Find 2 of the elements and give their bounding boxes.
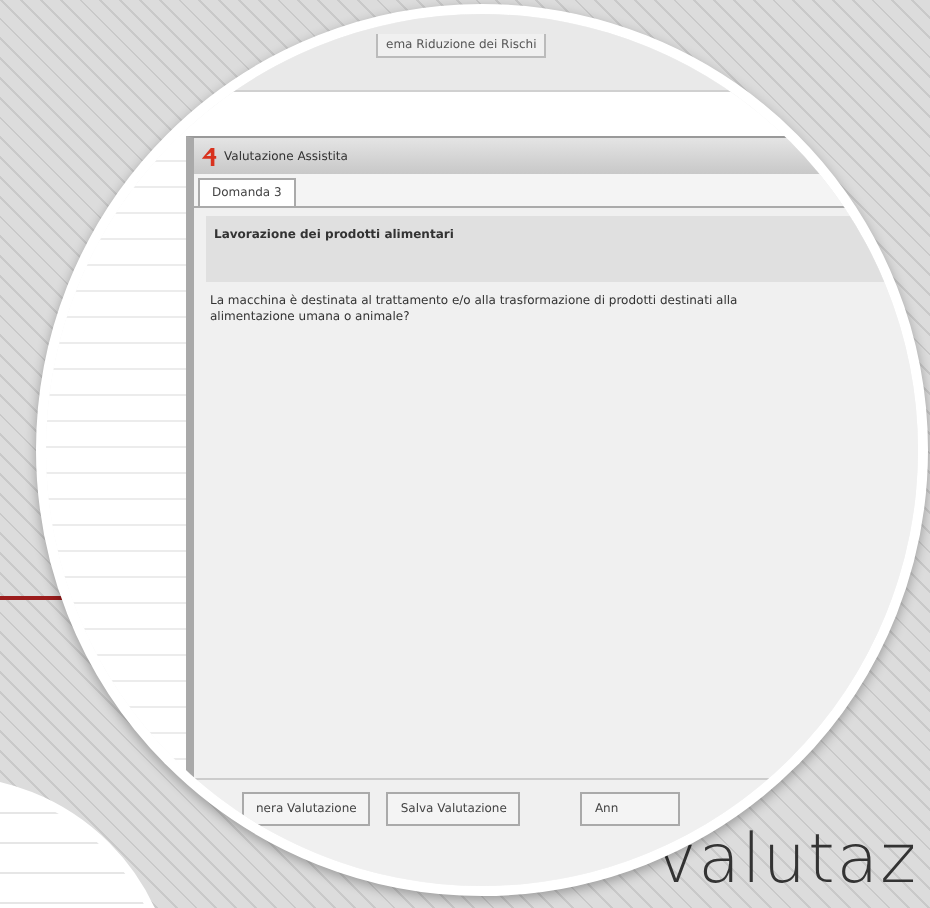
app-logo-icon: [200, 147, 218, 165]
slide-title: valutaz: [656, 820, 918, 900]
